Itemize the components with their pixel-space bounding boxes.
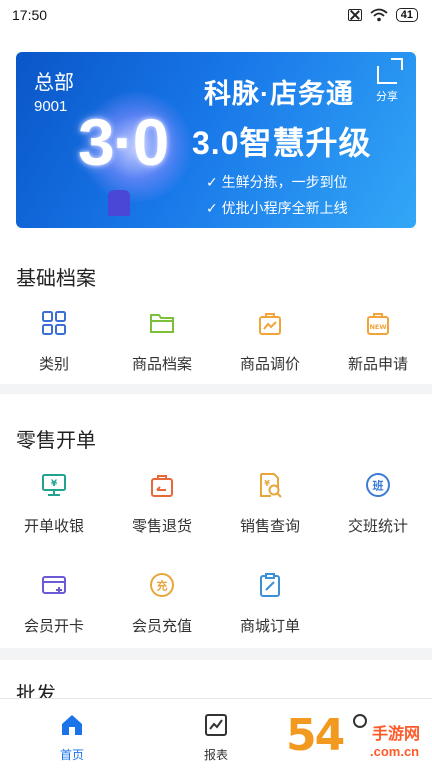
- menu-item-sales-query[interactable]: ¥ 销售查询: [216, 472, 324, 536]
- sales-query-icon: ¥: [260, 473, 282, 498]
- tab-label: 首页: [59, 748, 84, 762]
- menu-item-mall-order[interactable]: 商城订单: [216, 572, 324, 636]
- status-time: 17:50: [12, 7, 48, 23]
- section-wholesale: 批发: [0, 660, 432, 698]
- cashier-icon: ¥: [42, 474, 66, 496]
- battery-indicator: 41: [395, 8, 418, 22]
- home-icon: [62, 715, 82, 735]
- home-page[interactable]: 总部 9001 3·0 科脉·店务通 3.0智慧升级 ✓ 生鲜分拣，一步到位 ✓…: [0, 30, 432, 698]
- banner-big-version: 3·0: [78, 105, 169, 179]
- promo-banner[interactable]: 总部 9001 3·0 科脉·店务通 3.0智慧升级 ✓ 生鲜分拣，一步到位 ✓…: [16, 52, 416, 228]
- tab-home[interactable]: 首页: [32, 713, 112, 763]
- member-card-icon: [42, 576, 66, 594]
- price-bag-icon: [259, 313, 281, 335]
- share-icon: [377, 58, 403, 84]
- menu-item-price-adjust[interactable]: 商品调价: [216, 310, 324, 374]
- return-bag-icon: [151, 475, 173, 497]
- share-button[interactable]: 分享: [370, 58, 404, 104]
- status-icons: 41: [347, 8, 418, 22]
- section-title: 零售开单: [16, 430, 96, 452]
- share-label: 分享: [376, 91, 398, 103]
- watermark-text: 手游网: [372, 726, 421, 743]
- menu-item-label: 销售查询: [239, 518, 300, 535]
- site-watermark: 54 手游网 .com.cn: [282, 708, 432, 768]
- order-icon: [260, 573, 280, 597]
- menu-item-label: 新品申请: [347, 356, 408, 373]
- banner-brand: 科脉·店务通: [204, 79, 354, 109]
- svg-text:充: 充: [157, 579, 168, 593]
- menu-item-category[interactable]: 类别: [0, 310, 108, 374]
- svg-text:¥: ¥: [264, 479, 270, 488]
- svg-text:¥: ¥: [51, 479, 58, 489]
- menu-item-label: 会员开卡: [23, 618, 84, 635]
- section-basic-archive: 基础档案 类别 商品档案 商品调价 NEW 新品申请: [0, 230, 432, 384]
- section-title: 批发: [16, 684, 56, 698]
- section-retail: 零售开单 ¥ 开单收银 零售退货 ¥ 销售查询 班 交班统计 会员开卡 充 会员…: [0, 394, 432, 648]
- menu-item-label: 交班统计: [347, 518, 408, 535]
- grid-icon: [42, 311, 66, 335]
- menu-item-label: 类别: [38, 356, 69, 373]
- svg-text:班: 班: [373, 479, 384, 493]
- menu-item-label: 商品档案: [131, 356, 192, 373]
- menu-item-label: 商城订单: [239, 618, 300, 635]
- menu-item-member-card[interactable]: 会员开卡: [0, 572, 108, 636]
- menu-item-retail-return[interactable]: 零售退货: [108, 472, 216, 536]
- banner-feature-2: ✓ 优批小程序全新上线: [206, 200, 348, 216]
- banner-feature-1-text: 生鲜分拣，一步到位: [221, 174, 348, 190]
- svg-text:NEW: NEW: [369, 323, 386, 331]
- store-name: 总部: [34, 72, 74, 94]
- menu-item-cashier[interactable]: ¥ 开单收银: [0, 472, 108, 536]
- tab-report[interactable]: 报表: [176, 713, 256, 763]
- menu-item-label: 开单收银: [23, 518, 84, 535]
- menu-item-new-product[interactable]: NEW 新品申请: [324, 310, 432, 374]
- section-title: 基础档案: [16, 268, 96, 290]
- banner-upgrade-text: 3.0智慧升级: [192, 125, 372, 161]
- menu-item-label: 商品调价: [239, 356, 300, 373]
- report-icon: [205, 714, 227, 736]
- menu-item-product-archive[interactable]: 商品档案: [108, 310, 216, 374]
- menu-item-member-recharge[interactable]: 充 会员充值: [108, 572, 216, 636]
- sim-off-icon: [347, 9, 362, 21]
- menu-item-shift-stats[interactable]: 班 交班统计: [324, 472, 432, 536]
- watermark-url: .com.cn: [370, 744, 420, 759]
- shift-icon: 班: [366, 473, 390, 497]
- banner-feature-1: ✓ 生鲜分拣，一步到位: [206, 174, 348, 190]
- menu-item-label: 会员充值: [131, 618, 192, 635]
- status-bar: 17:50 41: [0, 0, 432, 30]
- tab-label: 报表: [203, 748, 228, 762]
- menu-item-label: 零售退货: [131, 518, 192, 535]
- new-bag-icon: NEW: [367, 313, 389, 335]
- recharge-icon: 充: [150, 573, 174, 597]
- wifi-icon: [370, 8, 388, 22]
- banner-feature-2-text: 优批小程序全新上线: [221, 200, 348, 216]
- folder-icon: [150, 314, 174, 333]
- watermark-number: 54: [286, 710, 345, 761]
- store-id: 9001: [34, 98, 68, 115]
- banner-robot-figure: [108, 190, 130, 216]
